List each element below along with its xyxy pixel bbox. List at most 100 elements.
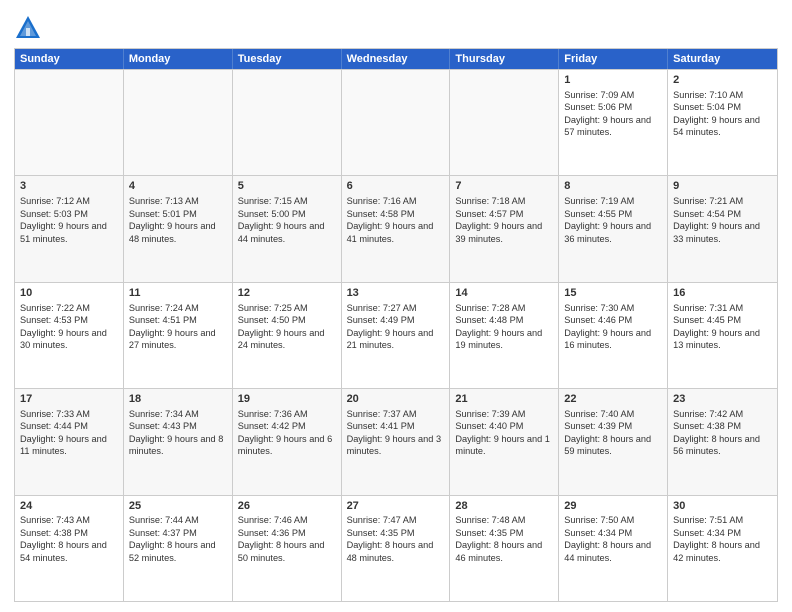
day-info: Sunrise: 7:33 AM Sunset: 4:44 PM Dayligh… [20,408,118,458]
day-number: 23 [673,392,772,407]
day-info: Sunrise: 7:15 AM Sunset: 5:00 PM Dayligh… [238,195,336,245]
day-info: Sunrise: 7:40 AM Sunset: 4:39 PM Dayligh… [564,408,662,458]
calendar-row-2: 10Sunrise: 7:22 AM Sunset: 4:53 PM Dayli… [15,282,777,388]
day-number: 3 [20,179,118,194]
day-number: 7 [455,179,553,194]
day-number: 11 [129,286,227,301]
day-info: Sunrise: 7:48 AM Sunset: 4:35 PM Dayligh… [455,514,553,564]
day-number: 27 [347,499,445,514]
day-number: 18 [129,392,227,407]
calendar-cell: 8Sunrise: 7:19 AM Sunset: 4:55 PM Daylig… [559,176,668,281]
day-info: Sunrise: 7:46 AM Sunset: 4:36 PM Dayligh… [238,514,336,564]
day-info: Sunrise: 7:50 AM Sunset: 4:34 PM Dayligh… [564,514,662,564]
day-info: Sunrise: 7:37 AM Sunset: 4:41 PM Dayligh… [347,408,445,458]
header-day-wednesday: Wednesday [342,49,451,69]
day-info: Sunrise: 7:31 AM Sunset: 4:45 PM Dayligh… [673,302,772,352]
calendar-cell: 24Sunrise: 7:43 AM Sunset: 4:38 PM Dayli… [15,496,124,601]
calendar-cell: 20Sunrise: 7:37 AM Sunset: 4:41 PM Dayli… [342,389,451,494]
page: SundayMondayTuesdayWednesdayThursdayFrid… [0,0,792,612]
header-day-saturday: Saturday [668,49,777,69]
day-number: 5 [238,179,336,194]
calendar-cell: 6Sunrise: 7:16 AM Sunset: 4:58 PM Daylig… [342,176,451,281]
day-number: 28 [455,499,553,514]
calendar-cell: 30Sunrise: 7:51 AM Sunset: 4:34 PM Dayli… [668,496,777,601]
day-info: Sunrise: 7:10 AM Sunset: 5:04 PM Dayligh… [673,89,772,139]
logo [14,14,46,42]
calendar-cell: 7Sunrise: 7:18 AM Sunset: 4:57 PM Daylig… [450,176,559,281]
day-number: 25 [129,499,227,514]
header-day-thursday: Thursday [450,49,559,69]
calendar-cell: 19Sunrise: 7:36 AM Sunset: 4:42 PM Dayli… [233,389,342,494]
day-number: 10 [20,286,118,301]
day-number: 17 [20,392,118,407]
calendar-cell: 10Sunrise: 7:22 AM Sunset: 4:53 PM Dayli… [15,283,124,388]
calendar-cell: 15Sunrise: 7:30 AM Sunset: 4:46 PM Dayli… [559,283,668,388]
day-number: 21 [455,392,553,407]
calendar-row-1: 3Sunrise: 7:12 AM Sunset: 5:03 PM Daylig… [15,175,777,281]
calendar-cell: 27Sunrise: 7:47 AM Sunset: 4:35 PM Dayli… [342,496,451,601]
calendar-cell [342,70,451,175]
calendar-cell: 29Sunrise: 7:50 AM Sunset: 4:34 PM Dayli… [559,496,668,601]
header-day-tuesday: Tuesday [233,49,342,69]
day-info: Sunrise: 7:09 AM Sunset: 5:06 PM Dayligh… [564,89,662,139]
calendar-row-3: 17Sunrise: 7:33 AM Sunset: 4:44 PM Dayli… [15,388,777,494]
calendar-cell: 1Sunrise: 7:09 AM Sunset: 5:06 PM Daylig… [559,70,668,175]
day-info: Sunrise: 7:12 AM Sunset: 5:03 PM Dayligh… [20,195,118,245]
day-info: Sunrise: 7:43 AM Sunset: 4:38 PM Dayligh… [20,514,118,564]
calendar-body: 1Sunrise: 7:09 AM Sunset: 5:06 PM Daylig… [15,69,777,601]
day-info: Sunrise: 7:47 AM Sunset: 4:35 PM Dayligh… [347,514,445,564]
day-number: 30 [673,499,772,514]
day-info: Sunrise: 7:36 AM Sunset: 4:42 PM Dayligh… [238,408,336,458]
day-number: 2 [673,73,772,88]
calendar-cell: 23Sunrise: 7:42 AM Sunset: 4:38 PM Dayli… [668,389,777,494]
calendar-cell [124,70,233,175]
calendar-row-0: 1Sunrise: 7:09 AM Sunset: 5:06 PM Daylig… [15,69,777,175]
day-number: 9 [673,179,772,194]
day-info: Sunrise: 7:51 AM Sunset: 4:34 PM Dayligh… [673,514,772,564]
header-day-monday: Monday [124,49,233,69]
calendar-cell: 18Sunrise: 7:34 AM Sunset: 4:43 PM Dayli… [124,389,233,494]
calendar-cell: 17Sunrise: 7:33 AM Sunset: 4:44 PM Dayli… [15,389,124,494]
day-info: Sunrise: 7:24 AM Sunset: 4:51 PM Dayligh… [129,302,227,352]
logo-icon [14,14,42,42]
calendar-cell: 9Sunrise: 7:21 AM Sunset: 4:54 PM Daylig… [668,176,777,281]
day-number: 20 [347,392,445,407]
calendar-cell: 25Sunrise: 7:44 AM Sunset: 4:37 PM Dayli… [124,496,233,601]
calendar-cell: 12Sunrise: 7:25 AM Sunset: 4:50 PM Dayli… [233,283,342,388]
day-number: 6 [347,179,445,194]
day-number: 14 [455,286,553,301]
day-info: Sunrise: 7:27 AM Sunset: 4:49 PM Dayligh… [347,302,445,352]
day-info: Sunrise: 7:18 AM Sunset: 4:57 PM Dayligh… [455,195,553,245]
day-info: Sunrise: 7:44 AM Sunset: 4:37 PM Dayligh… [129,514,227,564]
day-info: Sunrise: 7:19 AM Sunset: 4:55 PM Dayligh… [564,195,662,245]
header-day-sunday: Sunday [15,49,124,69]
calendar-cell [450,70,559,175]
calendar-cell: 16Sunrise: 7:31 AM Sunset: 4:45 PM Dayli… [668,283,777,388]
day-info: Sunrise: 7:42 AM Sunset: 4:38 PM Dayligh… [673,408,772,458]
calendar-cell: 13Sunrise: 7:27 AM Sunset: 4:49 PM Dayli… [342,283,451,388]
header-day-friday: Friday [559,49,668,69]
calendar-cell: 3Sunrise: 7:12 AM Sunset: 5:03 PM Daylig… [15,176,124,281]
day-info: Sunrise: 7:16 AM Sunset: 4:58 PM Dayligh… [347,195,445,245]
day-number: 8 [564,179,662,194]
calendar-cell: 22Sunrise: 7:40 AM Sunset: 4:39 PM Dayli… [559,389,668,494]
day-info: Sunrise: 7:39 AM Sunset: 4:40 PM Dayligh… [455,408,553,458]
day-number: 29 [564,499,662,514]
day-number: 4 [129,179,227,194]
calendar-cell: 28Sunrise: 7:48 AM Sunset: 4:35 PM Dayli… [450,496,559,601]
calendar: SundayMondayTuesdayWednesdayThursdayFrid… [14,48,778,602]
day-number: 15 [564,286,662,301]
day-info: Sunrise: 7:25 AM Sunset: 4:50 PM Dayligh… [238,302,336,352]
calendar-cell: 26Sunrise: 7:46 AM Sunset: 4:36 PM Dayli… [233,496,342,601]
day-info: Sunrise: 7:13 AM Sunset: 5:01 PM Dayligh… [129,195,227,245]
day-info: Sunrise: 7:21 AM Sunset: 4:54 PM Dayligh… [673,195,772,245]
day-number: 24 [20,499,118,514]
day-number: 13 [347,286,445,301]
calendar-header: SundayMondayTuesdayWednesdayThursdayFrid… [15,49,777,69]
day-number: 19 [238,392,336,407]
calendar-cell [15,70,124,175]
calendar-cell: 14Sunrise: 7:28 AM Sunset: 4:48 PM Dayli… [450,283,559,388]
day-info: Sunrise: 7:30 AM Sunset: 4:46 PM Dayligh… [564,302,662,352]
day-info: Sunrise: 7:34 AM Sunset: 4:43 PM Dayligh… [129,408,227,458]
day-number: 16 [673,286,772,301]
